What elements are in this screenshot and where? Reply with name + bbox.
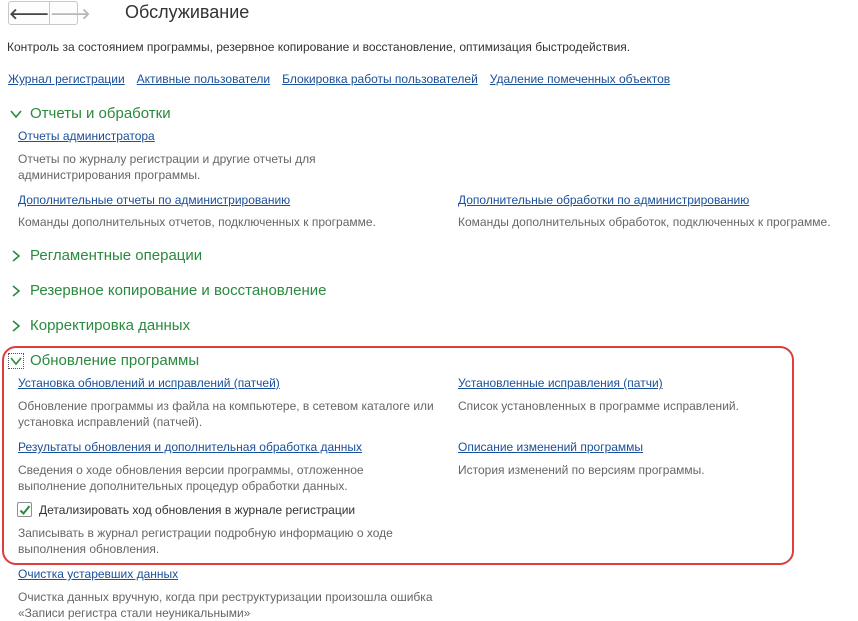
detail-log-label[interactable]: Детализировать ход обновления в журнале … — [39, 503, 355, 517]
navigation-group: 🡐 🡒 — [8, 1, 90, 25]
forward-button[interactable]: 🡒 — [49, 2, 90, 24]
link-additional-processing[interactable]: Дополнительные обработки по администриро… — [458, 193, 749, 207]
arrow-right-icon: 🡒 — [50, 5, 91, 23]
link-update-results[interactable]: Результаты обновления и дополнительная о… — [18, 440, 362, 454]
link-additional-reports[interactable]: Дополнительные отчеты по администрирован… — [18, 193, 290, 207]
desc-additional-processing: Команды дополнительных обработок, подклю… — [458, 215, 831, 229]
link-installed-patches[interactable]: Установленные исправления (патчи) — [458, 376, 663, 390]
link-active-users[interactable]: Активные пользователи — [137, 72, 270, 86]
desc-update-results: Сведения о ходе обновления версии програ… — [18, 463, 364, 493]
page-subtitle: Контроль за состоянием программы, резерв… — [7, 40, 631, 54]
link-admin-reports[interactable]: Отчеты администратора — [18, 129, 155, 143]
back-button[interactable]: 🡐 — [9, 2, 49, 24]
desc-admin-reports: Отчеты по журналу регистрации и другие о… — [18, 152, 316, 182]
section-correction-header[interactable]: Корректировка данных — [9, 317, 190, 334]
link-delete-marked[interactable]: Удаление помеченных объектов — [490, 72, 670, 86]
top-links: Журнал регистрации Активные пользователи… — [8, 72, 670, 86]
section-reports-header[interactable]: Отчеты и обработки — [9, 105, 171, 122]
section-update-header[interactable]: Обновление программы — [9, 352, 199, 369]
section-scheduled-header[interactable]: Регламентные операции — [9, 247, 202, 264]
link-install-updates[interactable]: Установка обновлений и исправлений (патч… — [18, 376, 280, 390]
chevron-down-icon — [10, 109, 22, 118]
chevron-right-icon — [12, 284, 21, 297]
desc-detail-log: Записывать в журнал регистрации подробну… — [18, 526, 393, 556]
arrow-left-icon: 🡐 — [9, 5, 50, 23]
desc-installed-patches: Список установленных в программе исправл… — [458, 399, 739, 413]
section-correction-title: Корректировка данных — [30, 317, 191, 334]
desc-additional-reports: Команды дополнительных отчетов, подключе… — [18, 215, 376, 229]
link-lock-users[interactable]: Блокировка работы пользователей — [282, 72, 478, 86]
checkmark-icon — [19, 504, 30, 515]
page-title: Обслуживание — [125, 2, 250, 22]
section-scheduled-title: Регламентные операции — [30, 247, 203, 264]
detail-log-checkbox[interactable] — [17, 502, 32, 517]
link-event-log[interactable]: Журнал регистрации — [8, 72, 125, 86]
section-backup-header[interactable]: Резервное копирование и восстановление — [9, 282, 327, 299]
section-backup-title: Резервное копирование и восстановление — [30, 282, 327, 299]
chevron-down-icon — [10, 356, 22, 365]
chevron-right-icon — [12, 319, 21, 332]
section-reports-title: Отчеты и обработки — [30, 105, 171, 122]
chevron-right-icon — [12, 249, 21, 262]
link-cleanup-obsolete[interactable]: Очистка устаревших данных — [18, 567, 178, 581]
link-change-description[interactable]: Описание изменений программы — [458, 440, 643, 454]
desc-cleanup-obsolete: Очистка данных вручную, когда при рестру… — [18, 590, 433, 620]
section-update-title: Обновление программы — [30, 352, 200, 369]
desc-install-updates: Обновление программы из файла на компьют… — [18, 399, 434, 429]
desc-change-description: История изменений по версиям программы. — [458, 463, 705, 477]
